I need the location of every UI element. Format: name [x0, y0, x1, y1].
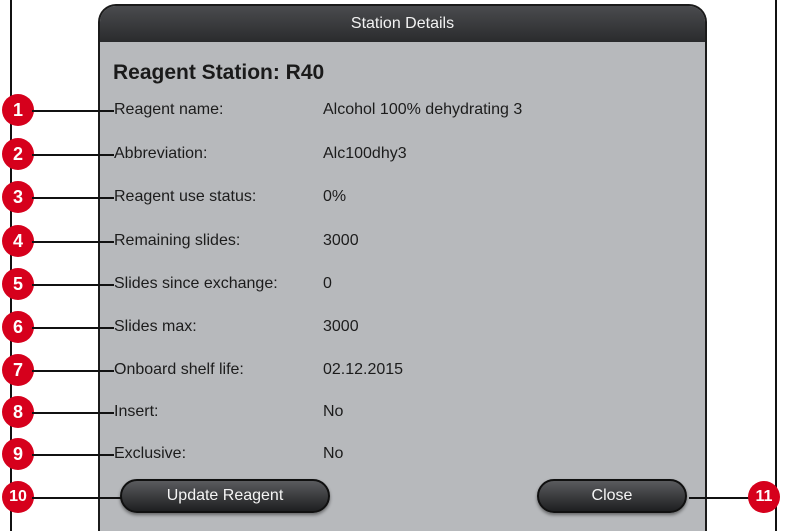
callout-number: 1: [2, 94, 34, 126]
page-title: Reagent Station: R40: [113, 61, 325, 84]
slides-max-label: Slides max:: [114, 318, 197, 335]
callout-number: 9: [2, 438, 34, 470]
onboard-shelf-life-label: Onboard shelf life:: [114, 361, 244, 378]
abbreviation-value: Alc100dhy3: [323, 145, 407, 162]
insert-value: No: [323, 403, 344, 420]
slides-max-value: 3000: [323, 318, 359, 335]
callout-leader-line: [32, 284, 114, 286]
callout-marker-11: 11: [748, 481, 787, 515]
callout-number: 6: [2, 311, 34, 343]
reagent-use-status-label: Reagent use status:: [114, 188, 257, 205]
remaining-slides-value: 3000: [323, 232, 359, 249]
reagent-use-status-value: 0%: [323, 188, 347, 205]
update-reagent-button[interactable]: Update Reagent: [120, 479, 330, 513]
callout-number: 10: [2, 481, 34, 513]
callout-leader-line: [689, 497, 753, 499]
insert-label: Insert:: [114, 403, 159, 420]
callout-number: 4: [2, 225, 34, 257]
callout-leader-line: [32, 454, 114, 456]
callout-number: 2: [2, 138, 34, 170]
reagent-name-value: Alcohol 100% dehydrating 3: [323, 101, 523, 118]
abbreviation-label: Abbreviation:: [114, 145, 208, 162]
callout-number: 3: [2, 181, 34, 213]
callout-number: 5: [2, 268, 34, 300]
remaining-slides-label: Remaining slides:: [114, 232, 241, 249]
callout-leader-line: [32, 110, 114, 112]
exclusive-label: Exclusive:: [114, 445, 187, 462]
close-button[interactable]: Close: [537, 479, 687, 513]
callout-leader-line: [32, 497, 122, 499]
callout-leader-line: [32, 327, 114, 329]
callout-number: 11: [748, 481, 780, 513]
reagent-name-label: Reagent name:: [114, 101, 224, 118]
slides-since-exchange-label: Slides since exchange:: [114, 275, 278, 292]
callout-leader-line: [32, 370, 114, 372]
slides-since-exchange-value: 0: [323, 275, 332, 292]
callout-number: 7: [2, 354, 34, 386]
callout-leader-line: [32, 412, 114, 414]
onboard-shelf-life-value: 02.12.2015: [323, 361, 404, 378]
callout-leader-line: [32, 241, 114, 243]
right-frame-line: [775, 0, 777, 531]
dialog-title: Station Details: [100, 6, 705, 42]
exclusive-value: No: [323, 445, 344, 462]
callout-leader-line: [32, 197, 114, 199]
callout-leader-line: [32, 154, 114, 156]
callout-number: 8: [2, 396, 34, 428]
